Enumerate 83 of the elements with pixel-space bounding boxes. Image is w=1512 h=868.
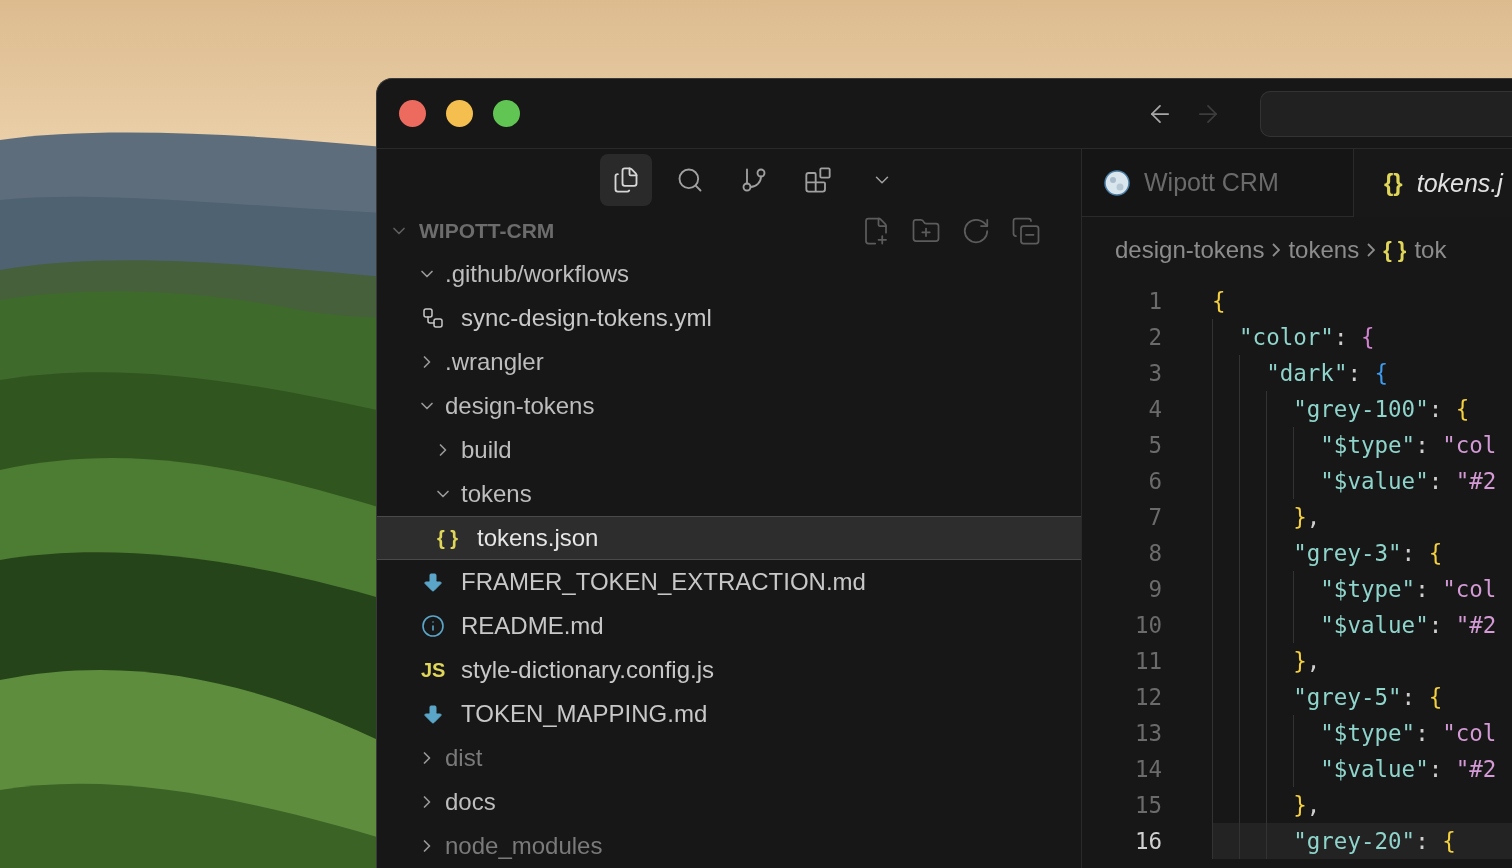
file-name: TOKEN_MAPPING.md <box>461 700 708 728</box>
folder-row[interactable]: .github/workflows <box>377 252 1081 296</box>
file-row[interactable]: { } tokens.json <box>377 516 1081 560</box>
code-line: { <box>1212 287 1227 316</box>
line-number: 2 <box>1147 324 1162 350</box>
folder-name: .wrangler <box>445 348 544 376</box>
file-row[interactable]: JS style-dictionary.config.js <box>377 648 1081 692</box>
code-line: "$value": "#2 <box>1212 751 1512 787</box>
search-field[interactable] <box>1260 90 1512 137</box>
file-name: tokens.json <box>477 524 599 552</box>
info-icon <box>421 614 445 638</box>
code-line: }, <box>1212 499 1512 535</box>
code-line: "$type": "col <box>1212 427 1512 463</box>
code-line: "$value": "#2 <box>1212 463 1512 499</box>
braces-icon: {} <box>1384 169 1403 197</box>
breadcrumb-item[interactable]: tokens <box>1288 236 1360 264</box>
line-number: 16 <box>1133 828 1162 854</box>
down-arrow-icon <box>421 702 445 726</box>
file-name: FRAMER_TOKEN_EXTRACTION.md <box>461 568 866 596</box>
breadcrumb-item[interactable]: design-tokens <box>1115 236 1265 264</box>
folder-row[interactable]: docs <box>377 780 1081 824</box>
line-number: 10 <box>1133 612 1162 638</box>
file-name: sync-design-tokens.yml <box>461 304 712 332</box>
folder-name: build <box>461 436 512 464</box>
minimize-button[interactable] <box>446 100 473 127</box>
js-icon: JS <box>421 658 446 682</box>
zoom-button[interactable] <box>493 100 520 127</box>
line-number: 13 <box>1133 720 1162 746</box>
code-line: "grey-5": { <box>1212 679 1512 715</box>
folder-row[interactable]: tokens <box>377 472 1081 516</box>
line-number: 15 <box>1133 792 1162 818</box>
folder-name: docs <box>445 788 496 816</box>
chevron-right-icon <box>1272 243 1281 257</box>
down-arrow-icon <box>421 570 445 594</box>
folder-row[interactable]: dist <box>377 736 1081 780</box>
folder-name: design-tokens <box>445 392 595 420</box>
close-button[interactable] <box>399 100 426 127</box>
activity-button[interactable] <box>600 153 652 206</box>
tab-label: tokens.j <box>1416 168 1503 198</box>
code-line: "dark": { <box>1212 355 1512 391</box>
line-number: 4 <box>1147 396 1162 422</box>
blocks-icon <box>804 165 832 194</box>
line-number: 12 <box>1133 684 1162 710</box>
folder-row[interactable]: build <box>377 428 1081 472</box>
folder-row[interactable]: design-tokens <box>377 384 1081 428</box>
chevron-right-icon <box>1367 243 1376 257</box>
folder-name: dist <box>445 744 483 772</box>
line-number: 14 <box>1133 756 1162 782</box>
code-line: "color": { <box>1212 319 1512 355</box>
breadcrumb-item[interactable]: tok <box>1414 236 1447 264</box>
line-number: 1 <box>1147 288 1162 314</box>
workflow-icon <box>421 306 445 330</box>
file-row[interactable]: README.md <box>377 604 1081 648</box>
line-number: 7 <box>1147 504 1162 530</box>
line-number: 11 <box>1133 648 1162 674</box>
collapse-icon <box>1011 216 1041 247</box>
code-line: "$type": "col <box>1212 715 1512 751</box>
tab-label: Wipott CRM <box>1144 168 1279 197</box>
line-number: 8 <box>1147 540 1162 566</box>
code-line: "grey-3": { <box>1212 535 1512 571</box>
code-line: }, <box>1212 643 1512 679</box>
code-line: "$value": "#2 <box>1212 607 1512 643</box>
folder-row[interactable]: node_modules <box>377 824 1081 868</box>
explorer-title: WIPOTT-CRM <box>419 219 556 244</box>
folder-name: .github/workflows <box>445 260 630 288</box>
folder-row[interactable]: .wrangler <box>377 340 1081 384</box>
braces-icon: { } <box>437 526 459 550</box>
folder-name: node_modules <box>445 832 603 860</box>
file-row[interactable]: sync-design-tokens.yml <box>377 296 1081 340</box>
file-row[interactable]: TOKEN_MAPPING.md <box>377 692 1081 736</box>
folder-name: tokens <box>461 480 532 508</box>
line-number: 3 <box>1147 360 1162 386</box>
file-name: README.md <box>461 612 604 640</box>
code-line: "$type": "col <box>1212 571 1512 607</box>
files-icon <box>612 165 640 194</box>
code-line: "grey-100": { <box>1212 391 1512 427</box>
line-number: 9 <box>1147 576 1162 602</box>
file-name: style-dictionary.config.js <box>461 656 714 684</box>
line-number: 6 <box>1147 468 1162 494</box>
globe-icon <box>1104 169 1130 196</box>
file-row[interactable]: FRAMER_TOKEN_EXTRACTION.md <box>377 560 1081 604</box>
line-number: 5 <box>1147 432 1162 458</box>
braces-icon: { } <box>1383 237 1407 263</box>
